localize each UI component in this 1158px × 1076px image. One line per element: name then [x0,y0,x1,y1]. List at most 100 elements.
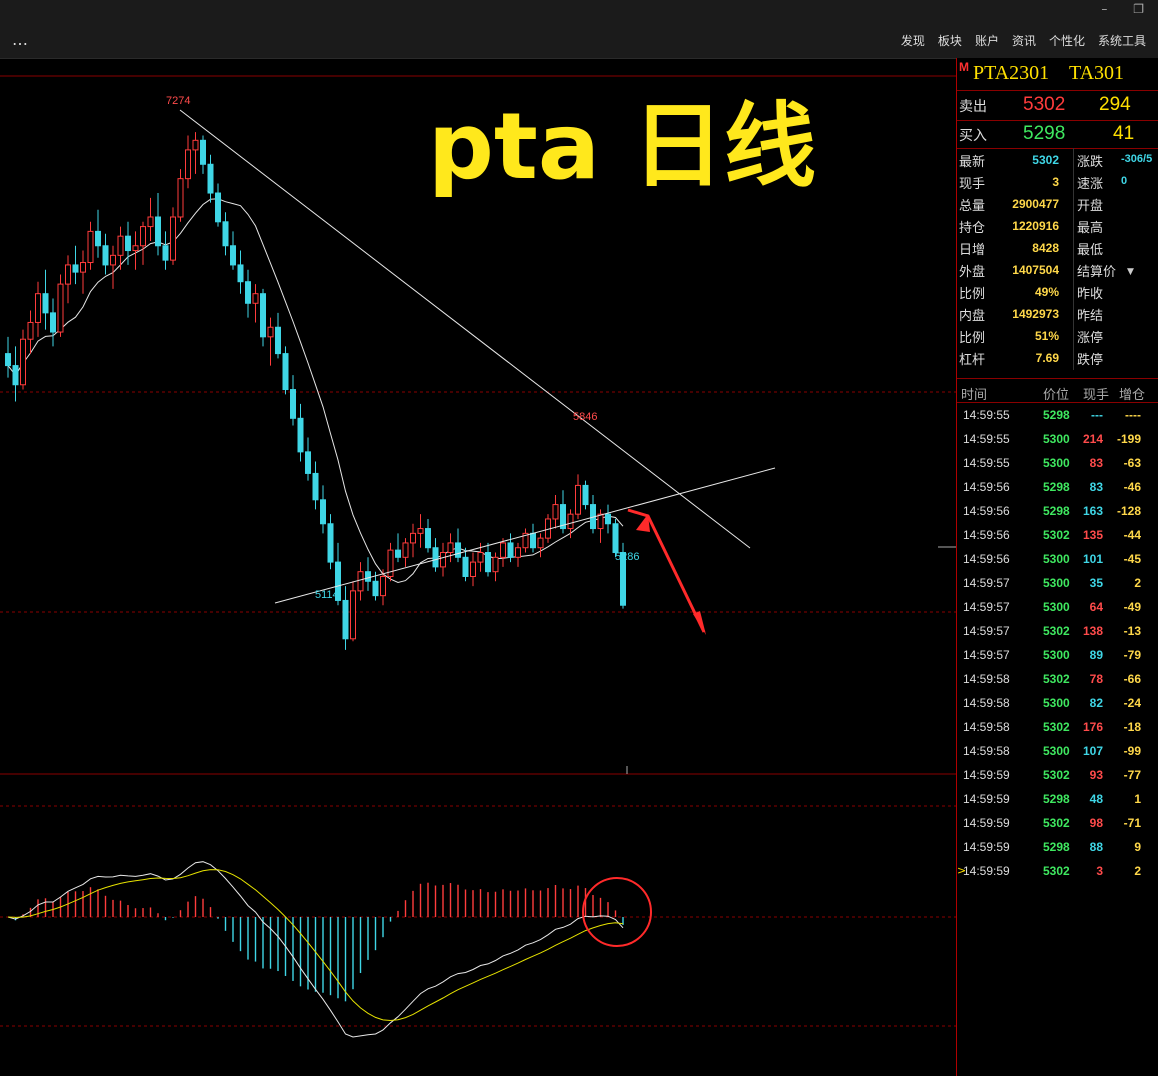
tick-time: 14:59:55 [963,408,1010,422]
menu-item-5[interactable]: 系统工具 [1098,34,1146,48]
candlestick-chart[interactable]: 7274 5846 5114 5286 pta 日线 [0,58,956,1076]
tick-row[interactable]: 14:59:58 5300 107 -99 [957,739,1158,763]
tick-row[interactable]: 14:59:59 5302 3 2 [957,859,1158,883]
candle-body [305,451,311,474]
restore-button[interactable]: ❐ [1133,2,1144,16]
candle [110,245,116,289]
tick-volume: 101 [1082,552,1103,566]
tick-volume: 83 [1089,480,1103,494]
candle [5,336,11,378]
candle-body [65,264,71,285]
candle-body [297,417,304,453]
candle [327,514,334,570]
menu-item-1[interactable]: 板块 [938,34,962,48]
candle [455,528,461,563]
candle-body [342,599,349,640]
tick-row[interactable]: 14:59:57 5300 64 -49 [957,595,1158,619]
tick-oi-change: -49 [1123,600,1141,614]
tick-row[interactable]: 14:59:55 5300 83 -63 [957,451,1158,475]
candle-body [477,552,484,563]
candle-body [320,499,326,525]
ask-label: 卖出 [959,99,987,115]
tick-time: 14:59:56 [963,480,1010,494]
candle [132,231,139,270]
tick-row[interactable]: 14:59:55 5300 214 -199 [957,427,1158,451]
candle [162,231,169,270]
candle-body [57,283,64,333]
menu-item-2[interactable]: 账户 [975,34,999,48]
tick-row[interactable]: 14:59:59 5302 98 -71 [957,811,1158,835]
candle-body [485,552,491,573]
tick-oi-change: -13 [1123,624,1141,638]
tick-oi-change: 9 [1134,840,1141,854]
tick-volume: 64 [1089,600,1103,614]
tick-row[interactable]: 14:59:57 5300 89 -79 [957,643,1158,667]
candle [530,523,536,553]
candle [485,542,491,577]
candle [575,474,581,519]
tick-header: 增仓 [1119,388,1146,403]
stat-value: 51% [1034,329,1059,343]
candle [20,329,26,390]
candle [275,312,281,359]
stat-label: 昨收 [1077,287,1104,302]
candle-body [372,580,379,597]
tick-oi-change: -24 [1123,696,1141,710]
tick-volume: 3 [1096,864,1103,878]
candle-body [470,561,476,577]
tick-time: 14:59:57 [963,624,1010,638]
menu-item-0[interactable]: 发现 [901,34,925,48]
candle [192,132,199,174]
tick-row[interactable]: 14:59:56 5300 101 -45 [957,547,1158,571]
candle [57,274,64,337]
candle-body [27,321,34,340]
candle-body [402,542,409,558]
tick-row[interactable]: 14:59:59 5298 48 1 [957,787,1158,811]
menu-item-3[interactable]: 资讯 [1012,34,1036,48]
tick-row[interactable]: 14:59:56 5298 83 -46 [957,475,1158,499]
menu-item-4[interactable]: 个性化 [1049,34,1085,48]
candle-body [5,353,11,367]
candle [260,288,266,347]
tick-row[interactable]: 14:59:57 5300 35 2 [957,571,1158,595]
candle-body [425,528,431,549]
tick-row[interactable]: 14:59:59 5298 88 9 [957,835,1158,859]
candle-body [260,293,266,338]
tick-volume: 98 [1089,816,1103,830]
candle-body [12,365,19,386]
candle-body [177,178,184,218]
stat-value: 49% [1034,285,1059,299]
candle [357,562,364,601]
tick-row[interactable]: 14:59:58 5302 78 -66 [957,667,1158,691]
candle [395,533,401,563]
candle-body [102,245,109,266]
candle [582,480,589,510]
tick-row[interactable]: 14:59:56 5302 135 -44 [957,523,1158,547]
contract-mark: M [959,60,969,74]
tick-row[interactable]: 14:59:58 5302 176 -18 [957,715,1158,739]
dropdown-icon[interactable]: ▼ [1127,267,1134,277]
candle-body [462,556,469,577]
stat-value: 8428 [1032,241,1059,255]
stat-label: 涨跌 [1077,155,1104,170]
candle-body [575,484,581,515]
tick-row[interactable]: 14:59:55 5298 --- ---- [957,403,1158,427]
minimize-button[interactable]: – [1101,2,1107,16]
candle [87,221,94,270]
candle-body [275,326,281,355]
stat-label: 内盘 [959,309,986,324]
candle-body [612,523,619,554]
tick-volume: --- [1091,408,1103,422]
candle-body [447,542,454,554]
tick-row[interactable]: 14:59:59 5302 93 -77 [957,763,1158,787]
tick-oi-change: -99 [1123,744,1141,758]
tick-oi-change: -128 [1116,504,1141,518]
candle [72,245,79,285]
more-menu-button[interactable]: … [12,30,29,49]
candle [492,552,499,582]
tick-row[interactable]: 14:59:56 5298 163 -128 [957,499,1158,523]
candle-body [147,216,154,228]
tick-row[interactable]: 14:59:58 5300 82 -24 [957,691,1158,715]
tick-row[interactable]: 14:59:57 5302 138 -13 [957,619,1158,643]
tick-volume: 88 [1089,840,1103,854]
